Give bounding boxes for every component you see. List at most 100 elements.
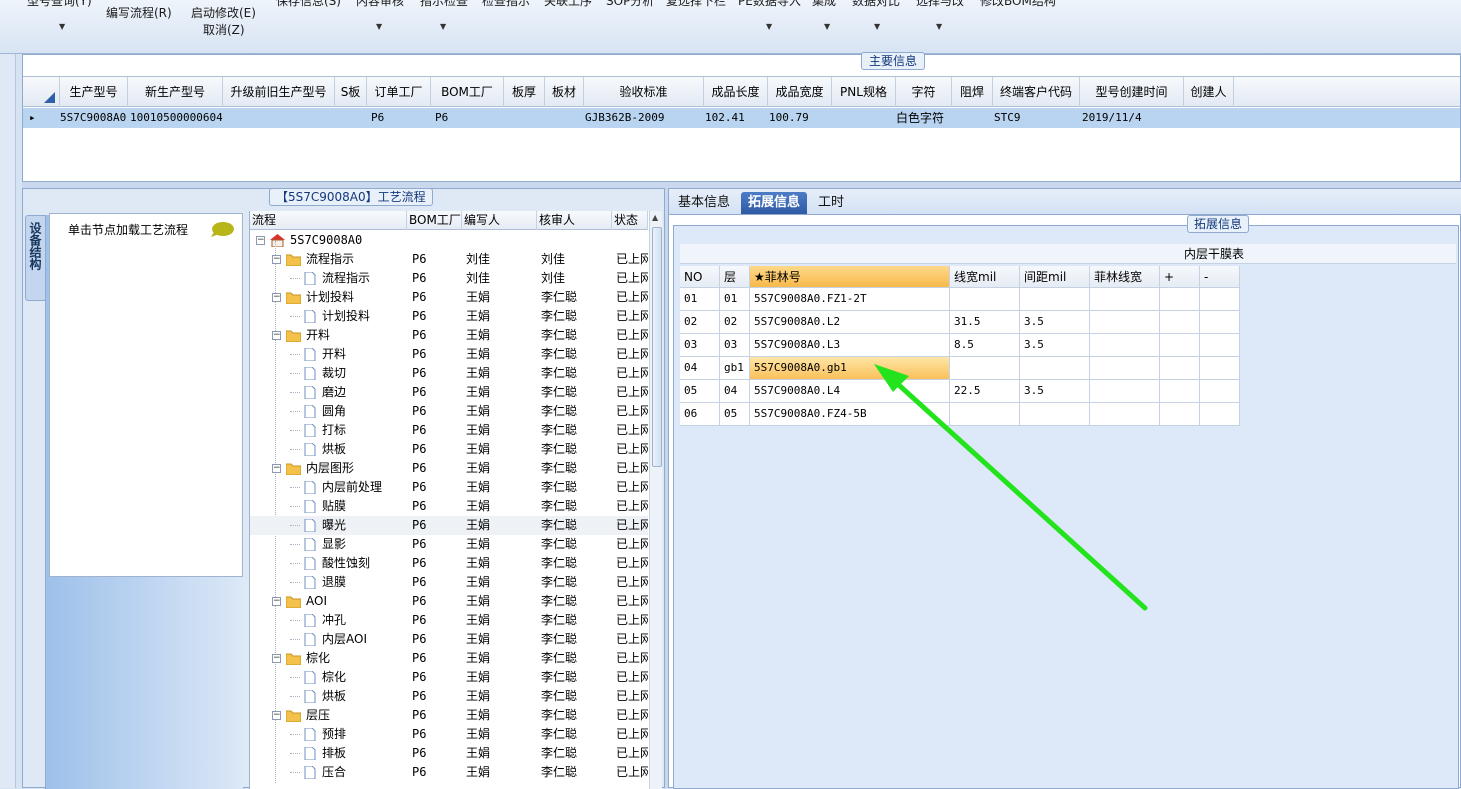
film-col-header[interactable]: - xyxy=(1200,266,1240,288)
col-writer[interactable]: 编写人 xyxy=(462,211,537,230)
toolbar-compare-button[interactable]: 数据对比 xyxy=(852,0,900,9)
tree-group-row[interactable]: − 棕化 P6 王娟 李仁聪 已上网 xyxy=(250,649,648,668)
tree-step-row[interactable]: 开料 P6 王娟 李仁聪 已上网 xyxy=(250,345,648,364)
scrollbar-thumb[interactable] xyxy=(652,227,662,467)
tree-group-row[interactable]: − AOI P6 王娟 李仁聪 已上网 xyxy=(250,592,648,611)
toolbar-pe-import-button[interactable]: PE数据导入 xyxy=(738,0,801,9)
table-row[interactable]: ▸ 5S7C9008A0 10010500000604 P6 P6 GJB362… xyxy=(23,108,1460,128)
scroll-up-icon[interactable]: ▲ xyxy=(652,213,658,222)
film-cell-action[interactable] xyxy=(1200,357,1240,380)
film-cell-sp[interactable] xyxy=(1020,357,1090,380)
film-cell-action[interactable] xyxy=(1160,334,1200,357)
film-cell-lw[interactable]: 31.5 xyxy=(950,311,1020,334)
film-cell-action[interactable] xyxy=(1160,403,1200,426)
film-cell-flw[interactable] xyxy=(1090,334,1160,357)
film-cell-film[interactable]: 5S7C9008A0.L3 xyxy=(750,334,950,357)
tree-step-row[interactable]: 贴膜 P6 王娟 李仁聪 已上网 xyxy=(250,497,648,516)
tree-step-row[interactable]: 裁切 P6 王娟 李仁聪 已上网 xyxy=(250,364,648,383)
toolbar-integrate-button[interactable]: 集成 xyxy=(812,0,836,9)
tree-step-row[interactable]: 退膜 P6 王娟 李仁聪 已上网 xyxy=(250,573,648,592)
bubble-icon[interactable] xyxy=(210,221,234,238)
col-customer[interactable]: 终端客户代码 xyxy=(993,77,1080,107)
film-cell-action[interactable] xyxy=(1200,311,1240,334)
col-creator[interactable]: 创建人 xyxy=(1184,77,1234,107)
tree-step-row[interactable]: 预排 P6 王娟 李仁聪 已上网 xyxy=(250,725,648,744)
dropdown-arrow-icon[interactable]: ▼ xyxy=(376,22,382,31)
dropdown-arrow-icon[interactable]: ▼ xyxy=(766,22,772,31)
corner-sort-icon[interactable] xyxy=(23,77,60,107)
col-solder[interactable]: 阻焊 xyxy=(952,77,993,107)
toolbar-select-button[interactable]: 复选择下栏 xyxy=(666,0,726,9)
film-cell-film[interactable]: 5S7C9008A0.gb1 xyxy=(750,357,950,380)
film-col-header[interactable]: 线宽mil xyxy=(950,266,1020,288)
film-cell-action[interactable] xyxy=(1160,311,1200,334)
col-created[interactable]: 型号创建时间 xyxy=(1080,77,1184,107)
device-structure-tab[interactable]: 设备结构 xyxy=(25,215,47,301)
toolbar-model-query-button[interactable]: 型号查询(Y) xyxy=(27,0,92,9)
film-cell-lw[interactable] xyxy=(950,357,1020,380)
tree-group-row[interactable]: − 计划投料 P6 王娟 李仁聪 已上网 xyxy=(250,288,648,307)
tree-step-row[interactable]: 烘板 P6 王娟 李仁聪 已上网 xyxy=(250,687,648,706)
film-cell-flw[interactable] xyxy=(1090,357,1160,380)
expand-toggle-icon[interactable]: − xyxy=(272,654,281,663)
film-cell-flw[interactable] xyxy=(1090,288,1160,311)
tree-step-row[interactable]: 显影 P6 王娟 李仁聪 已上网 xyxy=(250,535,648,554)
expand-toggle-icon[interactable]: − xyxy=(272,464,281,473)
film-cell-action[interactable] xyxy=(1200,403,1240,426)
toolbar-save-button[interactable]: 保存信息(S) xyxy=(276,0,341,9)
film-cell-film[interactable]: 5S7C9008A0.L4 xyxy=(750,380,950,403)
col-width[interactable]: 成品宽度 xyxy=(768,77,832,107)
col-new-model[interactable]: 新生产型号 xyxy=(128,77,223,107)
dropdown-arrow-icon[interactable]: ▼ xyxy=(59,22,65,31)
col-bom-factory[interactable]: BOM工厂 xyxy=(431,77,504,107)
expand-toggle-icon[interactable]: − xyxy=(272,597,281,606)
tree-root-row[interactable]: − 5S7C9008A0 xyxy=(250,231,648,250)
expand-toggle-icon[interactable]: − xyxy=(272,293,281,302)
tree-scrollbar[interactable]: ▲ xyxy=(649,211,662,789)
col-pnl[interactable]: PNL规格 xyxy=(832,77,896,107)
film-cell-action[interactable] xyxy=(1160,357,1200,380)
film-col-header[interactable]: 菲林线宽 xyxy=(1090,266,1160,288)
film-cell-film[interactable]: 5S7C9008A0.FZ4-5B xyxy=(750,403,950,426)
film-cell-lw[interactable] xyxy=(950,288,1020,311)
node-load-box[interactable]: 单击节点加载工艺流程 xyxy=(49,213,243,577)
tree-step-row[interactable]: 内层AOI P6 王娟 李仁聪 已上网 xyxy=(250,630,648,649)
col-old-model[interactable]: 升级前旧生产型号 xyxy=(223,77,335,107)
col-reviewer[interactable]: 核审人 xyxy=(537,211,612,230)
film-cell-sp[interactable]: 3.5 xyxy=(1020,380,1090,403)
col-char[interactable]: 字符 xyxy=(896,77,952,107)
toolbar-start-modify-button[interactable]: 启动修改(E) xyxy=(191,4,256,21)
film-cell-action[interactable] xyxy=(1200,380,1240,403)
tree-step-row[interactable]: 压合 P6 王娟 李仁聪 已上网 xyxy=(250,763,648,782)
tree-group-row[interactable]: − 流程指示 P6 刘佳 刘佳 已上网 xyxy=(250,250,648,269)
film-cell-film[interactable]: 5S7C9008A0.L2 xyxy=(750,311,950,334)
toolbar-write-flow-button[interactable]: 编写流程(R) xyxy=(106,4,172,21)
tree-step-row[interactable]: 圆角 P6 王娟 李仁聪 已上网 xyxy=(250,402,648,421)
film-cell-sp[interactable]: 3.5 xyxy=(1020,334,1090,357)
toolbar-bom-structure-button[interactable]: 修改BOM结构 xyxy=(980,0,1056,9)
film-cell-flw[interactable] xyxy=(1090,403,1160,426)
film-cell-sp[interactable]: 3.5 xyxy=(1020,311,1090,334)
col-bom-factory[interactable]: BOM工厂 xyxy=(407,211,462,230)
tree-step-row[interactable]: 磨边 P6 王娟 李仁聪 已上网 xyxy=(250,383,648,402)
film-cell-action[interactable] xyxy=(1200,288,1240,311)
film-cell-flw[interactable] xyxy=(1090,311,1160,334)
tree-step-row[interactable]: 内层前处理 P6 王娟 李仁聪 已上网 xyxy=(250,478,648,497)
film-cell-lw[interactable]: 22.5 xyxy=(950,380,1020,403)
film-cell-film[interactable]: 5S7C9008A0.FZ1-2T xyxy=(750,288,950,311)
tab-basic-info[interactable]: 基本信息 xyxy=(671,192,737,214)
film-col-header[interactable]: NO xyxy=(680,266,720,288)
dropdown-arrow-icon[interactable]: ▼ xyxy=(824,22,830,31)
tree-group-row[interactable]: − 内层图形 P6 王娟 李仁聪 已上网 xyxy=(250,459,648,478)
toolbar-check-ins-button[interactable]: 检查指示 xyxy=(482,0,530,9)
toolbar-cancel-button[interactable]: 取消(Z) xyxy=(203,21,245,38)
film-cell-lw[interactable]: 8.5 xyxy=(950,334,1020,357)
film-cell-lw[interactable] xyxy=(950,403,1020,426)
expand-toggle-icon[interactable]: − xyxy=(272,331,281,340)
dropdown-arrow-icon[interactable]: ▼ xyxy=(936,22,942,31)
toolbar-check-button[interactable]: 指示检查 xyxy=(420,0,468,9)
film-col-header[interactable]: 间距mil xyxy=(1020,266,1090,288)
toolbar-select-modify-button[interactable]: 选择与改 xyxy=(916,0,964,9)
tree-step-row[interactable]: 流程指示 P6 刘佳 刘佳 已上网 xyxy=(250,269,648,288)
film-col-header[interactable]: + xyxy=(1160,266,1200,288)
